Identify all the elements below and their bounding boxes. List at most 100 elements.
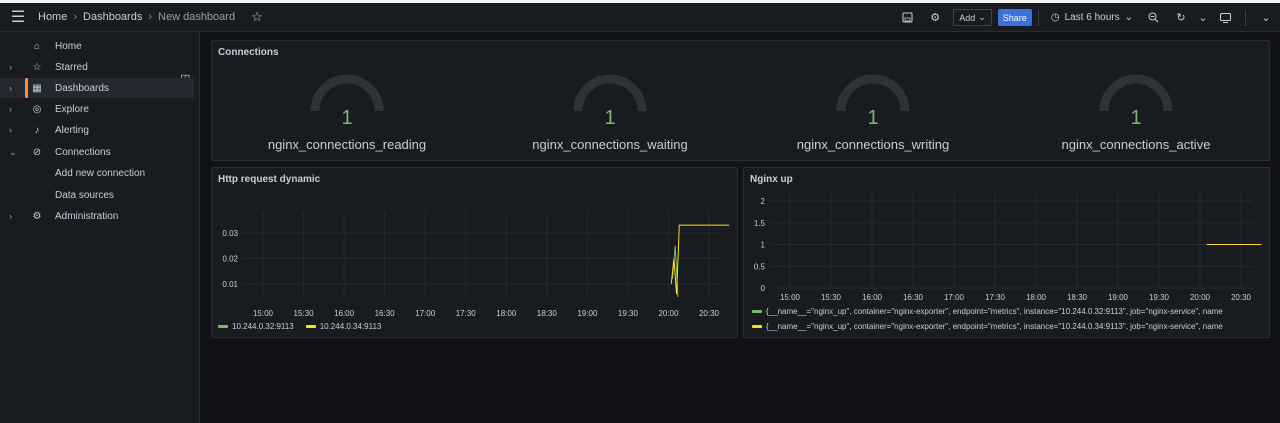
sidebar-item-starred[interactable]: › ☆ Starred	[0, 57, 194, 77]
x-tick-label: 18:30	[1067, 293, 1088, 302]
legend-label: 10.244.0.32:9113	[232, 322, 294, 331]
star-icon[interactable]: ☆	[251, 9, 263, 25]
sidebar-item-label: Administration	[55, 210, 119, 222]
divider	[1037, 9, 1039, 26]
settings-icon[interactable]: ⚙	[921, 7, 949, 29]
gauge-active: 1 nginx_connections_active	[1001, 71, 1271, 161]
add-button[interactable]: Add ⌄	[953, 9, 992, 26]
chevron-right-icon[interactable]: ›	[9, 211, 12, 221]
breadcrumb-home[interactable]: Home	[38, 11, 67, 23]
x-tick-label: 20:30	[1231, 293, 1252, 302]
connections-icon: ⊘	[32, 146, 42, 158]
chevron-right-icon[interactable]: ›	[9, 83, 12, 93]
zoom-out-icon[interactable]	[1139, 7, 1167, 29]
legend-swatch	[752, 325, 762, 329]
active-indicator	[25, 78, 28, 98]
nginx-up-chart[interactable]: 15:00 15:30 16:00 16:30 17:00 17:30 18:00 18:30…	[744, 190, 1271, 302]
gear-icon: ⚙	[32, 210, 42, 222]
x-tick-label: 19:00	[1108, 293, 1129, 302]
http-request-panel: Http request dynamic 15:00 15:30 16:00 16:3…	[211, 167, 738, 338]
y-tick-label: 0.5	[754, 262, 766, 271]
x-tick-label: 17:00	[944, 293, 965, 302]
legend-swatch	[752, 310, 762, 314]
breadcrumb-dashboards[interactable]: Dashboards	[83, 11, 142, 23]
sidebar-item-explore[interactable]: › ◎ Explore	[0, 99, 194, 119]
home-icon: ⌂	[33, 40, 41, 52]
y-tick-label: 2	[761, 197, 766, 206]
sidebar-item-label: Explore	[55, 103, 89, 115]
panel-title[interactable]: Http request dynamic	[218, 174, 320, 185]
sidebar-item-alerting[interactable]: › ♪ Alerting	[0, 120, 194, 140]
tv-icon[interactable]	[1211, 7, 1239, 29]
time-range-picker[interactable]: ◷ Last 6 hours ⌄	[1045, 12, 1139, 23]
gauge-value: 1	[604, 107, 616, 129]
panel-title[interactable]: Nginx up	[750, 174, 793, 185]
sidebar-item-dashboards[interactable]: › ▦ Dashboards	[0, 78, 194, 98]
time-range-label: Last 6 hours	[1064, 12, 1120, 23]
compass-icon: ◎	[32, 103, 42, 115]
sidebar-item-label: Dashboards	[55, 82, 109, 94]
divider	[1245, 9, 1246, 26]
gauge-label: nginx_connections_active	[1061, 137, 1211, 152]
chevron-right-icon[interactable]: ›	[9, 104, 12, 114]
x-tick-label: 16:00	[862, 293, 883, 302]
chevron-right-icon: ›	[148, 11, 153, 23]
x-tick-label: 19:00	[577, 309, 598, 318]
gauge-waiting: 1 nginx_connections_waiting	[475, 71, 745, 161]
x-tick-label: 20:30	[699, 309, 720, 318]
x-tick-label: 17:30	[985, 293, 1006, 302]
chevron-down-icon[interactable]: ⌄	[1252, 7, 1280, 29]
gauge-reading: 1 nginx_connections_reading	[212, 71, 482, 161]
x-tick-label: 17:00	[415, 309, 436, 318]
x-tick-label: 15:00	[253, 309, 274, 318]
sidebar-subitem-add-new-connection[interactable]: Add new connection	[55, 168, 145, 179]
toolbar: ⚙ Add ⌄ Share ◷ Last 6 hours ⌄ ↻ ⌄ ⌄	[893, 3, 1280, 32]
sidebar-subitem-data-sources[interactable]: Data sources	[55, 190, 114, 201]
chart-legend: 10.244.0.32:9113 10.244.0.34:9113	[218, 322, 381, 331]
connections-panel: Connections 1 nginx_connections_reading …	[211, 40, 1270, 161]
x-tick-label: 16:30	[903, 293, 924, 302]
chevron-down-icon[interactable]: ⌄	[9, 147, 17, 158]
gauge-label: nginx_connections_writing	[796, 137, 950, 152]
sidebar-item-connections[interactable]: ⌄ ⊘ Connections	[0, 142, 194, 162]
legend-item[interactable]: 10.244.0.32:9113	[218, 322, 294, 331]
x-tick-label: 15:30	[294, 309, 315, 318]
legend-swatch	[305, 325, 316, 329]
legend-item[interactable]: {__name__="nginx_up", container="nginx-e…	[752, 322, 1270, 331]
x-tick-label: 20:00	[1190, 293, 1211, 302]
x-tick-label: 18:00	[496, 309, 517, 318]
http-request-chart[interactable]: 15:00 15:30 16:00 16:30 17:00 17:30 18:00 18:30…	[212, 190, 739, 320]
chevron-down-icon: ⌄	[1124, 12, 1133, 23]
y-tick-label: 0.01	[222, 280, 238, 289]
x-tick-label: 19:30	[618, 309, 639, 318]
chevron-right-icon: ›	[73, 11, 78, 23]
panel-title[interactable]: Connections	[218, 47, 279, 58]
star-icon: ☆	[32, 61, 42, 73]
legend-label: {__name__="nginx_up", container="nginx-e…	[766, 307, 1223, 316]
sidebar: ◫ ⌂ Home › ☆ Starred › ▦ Dashboards › ◎ …	[0, 32, 200, 423]
sidebar-item-label: Alerting	[55, 124, 89, 136]
y-tick-label: 1.5	[754, 219, 766, 228]
y-tick-label: 0	[761, 284, 766, 293]
chevron-down-icon[interactable]: ⌄	[1195, 7, 1211, 29]
x-tick-label: 18:00	[1026, 293, 1047, 302]
clock-icon: ◷	[1050, 12, 1060, 23]
chevron-right-icon[interactable]: ›	[9, 62, 12, 72]
gauge-value: 1	[867, 107, 879, 129]
y-tick-label: 0.03	[222, 229, 238, 238]
menu-icon[interactable]: ☰	[0, 3, 36, 32]
sidebar-item-home[interactable]: ⌂ Home	[0, 36, 194, 56]
gauge-label: nginx_connections_waiting	[532, 137, 688, 152]
save-icon[interactable]	[893, 7, 921, 29]
x-tick-label: 20:00	[658, 309, 679, 318]
legend-item[interactable]: 10.244.0.34:9113	[305, 322, 382, 331]
x-tick-label: 15:00	[780, 293, 801, 302]
refresh-icon[interactable]: ↻	[1167, 7, 1195, 29]
legend-label: 10.244.0.34:9113	[319, 322, 382, 331]
chevron-right-icon[interactable]: ›	[9, 125, 12, 135]
share-button[interactable]: Share	[997, 9, 1032, 26]
top-bar: ☰ Home › Dashboards › New dashboard ☆ ⚙ …	[0, 0, 1280, 32]
x-tick-label: 16:00	[334, 309, 355, 318]
sidebar-item-administration[interactable]: › ⚙ Administration	[0, 206, 194, 226]
legend-item[interactable]: {__name__="nginx_up", container="nginx-e…	[752, 307, 1270, 316]
